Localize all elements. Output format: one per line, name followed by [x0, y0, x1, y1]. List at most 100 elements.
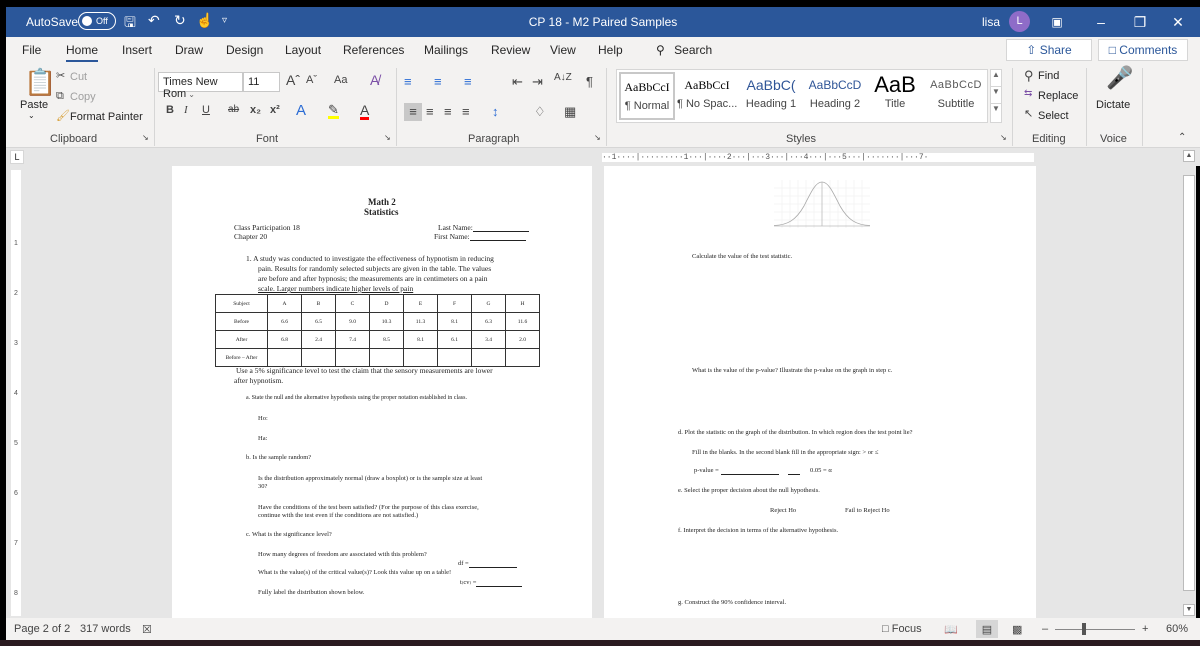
dialog-launcher-icon[interactable]: ↘ — [384, 134, 391, 142]
user-name[interactable]: lisa — [982, 15, 1000, 29]
p-value-field[interactable]: p-value = 0.05 = α — [694, 466, 832, 475]
last-name-field[interactable]: Last Name: — [438, 223, 529, 232]
text-effects-button[interactable]: A — [296, 103, 306, 118]
subscript-button[interactable]: x₂ — [250, 105, 261, 116]
dialog-launcher-icon[interactable]: ↘ — [1000, 134, 1007, 142]
zoom-slider-thumb[interactable] — [1082, 623, 1086, 635]
style-heading-2[interactable]: AaBbCcD Heading 2 — [805, 72, 865, 120]
format-painter-button[interactable]: Format Painter — [70, 111, 143, 123]
proofing-icon[interactable]: ☒ — [142, 623, 152, 636]
cut-button[interactable]: Cut — [70, 71, 87, 83]
sort-icon[interactable]: A↓Z — [554, 73, 572, 83]
align-left-button[interactable]: ≡ — [404, 103, 422, 121]
table-cell[interactable] — [403, 348, 438, 367]
df-field[interactable]: df = — [458, 559, 517, 568]
bullets-icon[interactable]: ≡ — [404, 75, 412, 88]
table-cell[interactable] — [471, 348, 506, 367]
focus-button[interactable]: □ Focus — [882, 623, 922, 635]
bold-button[interactable]: B — [166, 105, 174, 116]
borders-icon[interactable]: ▦ — [564, 105, 576, 118]
table-cell[interactable] — [437, 348, 472, 367]
page-count[interactable]: Page 2 of 2 — [14, 623, 70, 635]
table-cell[interactable] — [301, 348, 336, 367]
scroll-up-icon[interactable]: ▲ — [1183, 150, 1195, 162]
close-icon[interactable]: ✕ — [1163, 10, 1193, 34]
scroll-down-icon[interactable]: ▼ — [1183, 604, 1195, 616]
web-layout-icon[interactable]: ▩ — [1012, 623, 1022, 636]
ribbon-display-icon[interactable]: ▣ — [1042, 10, 1072, 34]
styles-scroll[interactable]: ▲ ▼ ▼ — [990, 69, 1002, 123]
sign-blank[interactable] — [788, 469, 801, 475]
scroll-thumb[interactable] — [1183, 175, 1195, 591]
zoom-in-button[interactable]: + — [1142, 623, 1148, 635]
restore-icon[interactable]: ❐ — [1125, 10, 1155, 34]
superscript-button[interactable]: x² — [270, 105, 280, 116]
dialog-launcher-icon[interactable]: ↘ — [594, 134, 601, 142]
font-color-button[interactable]: A — [360, 103, 370, 120]
dictate-button[interactable]: Dictate — [1096, 99, 1130, 111]
first-name-field[interactable]: First Name: — [434, 232, 526, 241]
font-name-select[interactable]: Times New Rom ⌄ — [158, 72, 243, 100]
chevron-down-icon[interactable]: ▼ — [991, 87, 1001, 104]
tab-help[interactable]: Help — [598, 43, 623, 57]
vertical-scrollbar[interactable]: ▲ ▼ — [1182, 148, 1196, 618]
word-count[interactable]: 317 words — [80, 623, 131, 635]
tab-home[interactable]: Home — [66, 43, 99, 62]
increase-indent-icon[interactable]: ⇥ — [532, 75, 543, 88]
comments-button[interactable]: □ Comments — [1098, 39, 1188, 61]
tab-references[interactable]: References — [343, 43, 404, 57]
numbering-icon[interactable]: ≡ — [434, 75, 442, 88]
strikethrough-button[interactable]: ab — [228, 105, 239, 115]
shrink-font-icon[interactable]: Aˇ — [306, 75, 317, 86]
align-right-button[interactable]: ≡ — [444, 105, 452, 118]
page-2[interactable]: Calculate the value of the test statisti… — [604, 166, 1036, 618]
align-center-button[interactable]: ≡ — [426, 105, 434, 118]
search-box[interactable]: ⚲ Search — [656, 43, 712, 57]
horizontal-ruler[interactable]: ··1····|·········1···|····2···|···3···|·… — [602, 153, 1034, 162]
highlight-color-button[interactable]: ✎ — [328, 103, 339, 119]
table-cell[interactable] — [335, 348, 370, 367]
show-formatting-button[interactable]: ¶ — [586, 75, 593, 88]
read-mode-icon[interactable]: 📖 — [944, 623, 958, 636]
table-cell[interactable] — [267, 348, 302, 367]
style-subtitle[interactable]: AaBbCcD Subtitle — [925, 72, 987, 120]
style-no-spacing[interactable]: AaBbCcI ¶ No Spac... — [677, 72, 737, 120]
clear-formatting-icon[interactable]: A̸ — [370, 73, 379, 87]
avatar[interactable]: L — [1009, 11, 1030, 32]
vertical-ruler[interactable]: 1 2 3 4 5 6 7 8 — [11, 170, 21, 616]
style-title[interactable]: AaB Title — [869, 72, 921, 120]
line-spacing-icon[interactable]: ↕ — [492, 105, 499, 118]
tab-draw[interactable]: Draw — [175, 43, 203, 57]
critical-value-field[interactable]: t₍cv₎ = — [460, 578, 523, 587]
underline-button[interactable]: U — [202, 105, 210, 116]
chevron-up-icon[interactable]: ▲ — [991, 70, 1001, 87]
tab-insert[interactable]: Insert — [122, 43, 152, 57]
dialog-launcher-icon[interactable]: ↘ — [142, 134, 149, 142]
italic-button[interactable]: I — [184, 105, 188, 116]
change-case-button[interactable]: Aa — [334, 75, 347, 86]
select-button[interactable]: Select — [1038, 110, 1069, 122]
shading-icon[interactable]: ♢ — [534, 105, 546, 118]
justify-button[interactable]: ≡ — [462, 105, 470, 118]
tab-mailings[interactable]: Mailings — [424, 43, 468, 57]
tab-view[interactable]: View — [550, 43, 576, 57]
multilevel-list-icon[interactable]: ≡ — [464, 75, 472, 88]
tab-layout[interactable]: Layout — [285, 43, 321, 57]
tab-selector[interactable]: L — [10, 150, 24, 164]
more-styles-icon[interactable]: ▼ — [991, 104, 1001, 113]
table-cell[interactable] — [505, 348, 540, 367]
style-heading-1[interactable]: AaBbC( Heading 1 — [741, 72, 801, 120]
zoom-out-button[interactable]: – — [1042, 623, 1048, 635]
copy-button[interactable]: Copy — [70, 91, 96, 103]
style-normal[interactable]: AaBbCcI ¶ Normal — [619, 72, 675, 120]
collapse-ribbon-icon[interactable]: ⌃ — [1178, 133, 1186, 143]
tab-design[interactable]: Design — [226, 43, 263, 57]
print-layout-icon[interactable]: ▤ — [976, 620, 998, 638]
page-1[interactable]: Math 2 Statistics Class Participation 18… — [172, 166, 592, 618]
fail-to-reject-option[interactable]: Fail to Reject Ho — [845, 506, 890, 515]
decrease-indent-icon[interactable]: ⇤ — [512, 75, 523, 88]
font-size-select[interactable]: 11 — [243, 72, 280, 92]
tab-review[interactable]: Review — [491, 43, 530, 57]
minimize-icon[interactable]: – — [1086, 10, 1116, 34]
share-button[interactable]: ⇧ Share — [1006, 39, 1092, 61]
